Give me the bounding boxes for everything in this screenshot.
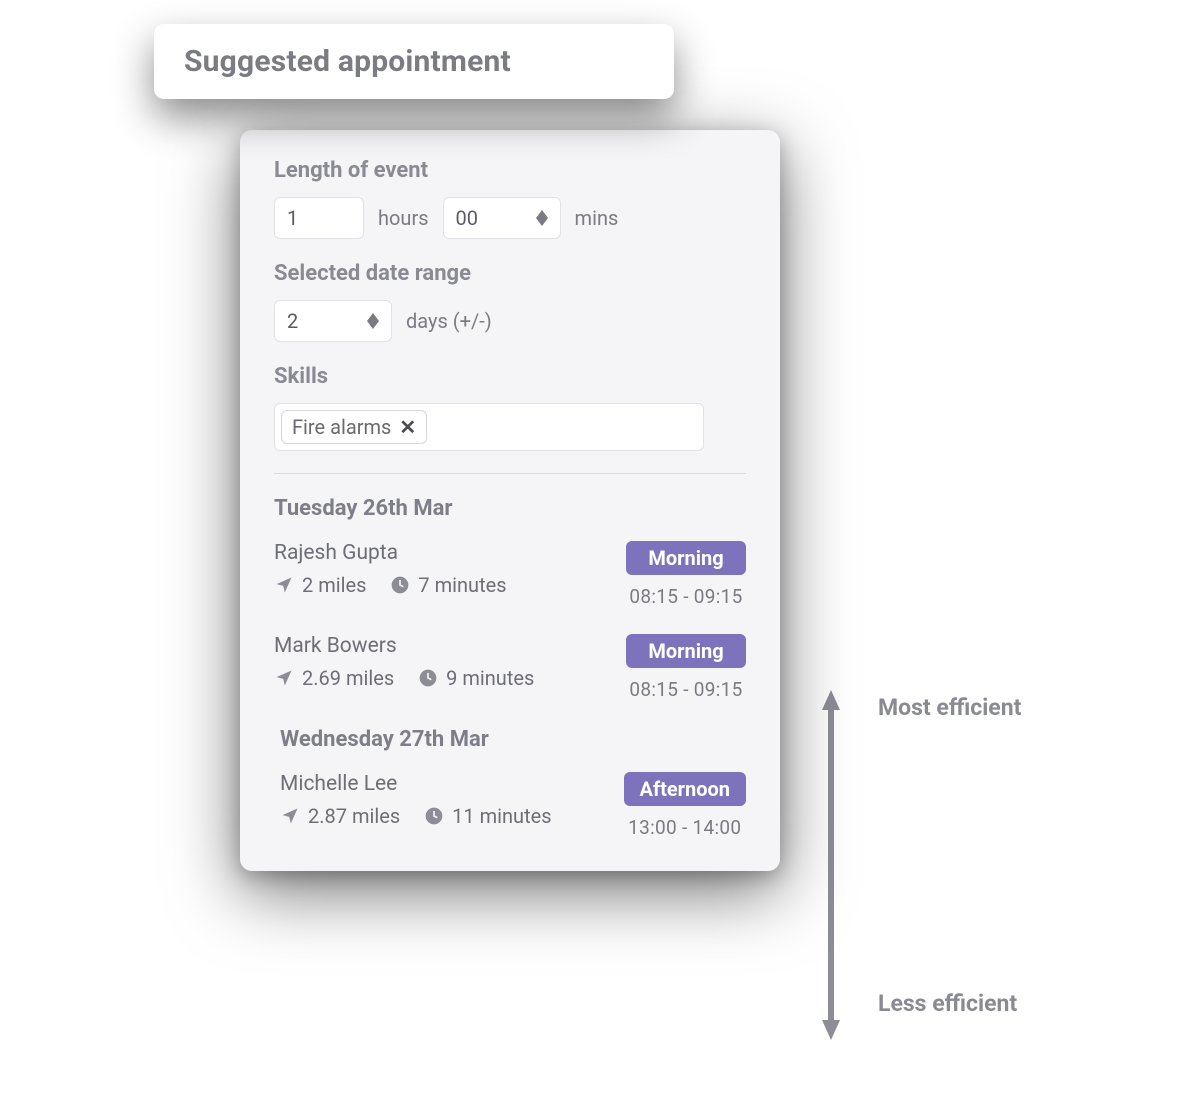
appointment-slot[interactable]: Michelle Lee 2.87 miles 11 minutes After… (274, 772, 746, 839)
divider (274, 473, 746, 474)
date-range-label: Selected date range (274, 261, 746, 286)
suggested-appointment-panel: Length of event 1 hours 00 mins Selected… (240, 130, 780, 871)
length-of-event-section: Length of event 1 hours 00 mins (274, 158, 746, 239)
clock-icon (390, 575, 410, 595)
time-of-day-badge: Afternoon (624, 772, 747, 806)
mins-unit: mins (575, 206, 619, 230)
distance: 2.87 miles (280, 804, 400, 828)
time-of-day-badge: Morning (626, 634, 746, 668)
time-of-day-badge: Morning (626, 541, 746, 575)
duration: 9 minutes (418, 666, 534, 690)
hours-value: 1 (287, 206, 298, 230)
skill-tag: Fire alarms ✕ (281, 410, 427, 444)
length-of-event-label: Length of event (274, 158, 746, 183)
appointment-slot[interactable]: Mark Bowers 2.69 miles 9 minutes Morning… (274, 634, 746, 701)
date-range-section: Selected date range 2 days (+/-) (274, 261, 746, 342)
less-efficient-label: Less efficient (878, 990, 1017, 1017)
title-card: Suggested appointment (154, 24, 674, 99)
most-efficient-label: Most efficient (878, 694, 1021, 721)
mins-select[interactable]: 00 (443, 197, 561, 239)
skills-input[interactable]: Fire alarms ✕ (274, 403, 704, 451)
hours-unit: hours (378, 206, 429, 230)
mins-value: 00 (456, 206, 478, 230)
days-unit: days (+/-) (406, 309, 492, 333)
remove-skill-icon[interactable]: ✕ (399, 415, 416, 439)
person-name: Rajesh Gupta (274, 541, 626, 565)
page-title: Suggested appointment (184, 44, 644, 79)
person-name: Mark Bowers (274, 634, 626, 658)
clock-icon (424, 806, 444, 826)
skills-label: Skills (274, 364, 746, 389)
location-arrow-icon (274, 668, 294, 688)
days-select[interactable]: 2 (274, 300, 392, 342)
duration: 11 minutes (424, 804, 551, 828)
hours-input[interactable]: 1 (274, 197, 364, 239)
efficiency-arrow (822, 690, 840, 1040)
skills-section: Skills Fire alarms ✕ (274, 364, 746, 451)
day-group: Wednesday 27th Mar Michelle Lee 2.87 mil… (274, 727, 746, 839)
skill-tag-label: Fire alarms (292, 415, 391, 439)
days-value: 2 (287, 309, 298, 333)
time-range: 08:15 - 09:15 (626, 585, 746, 608)
clock-icon (418, 668, 438, 688)
location-arrow-icon (280, 806, 300, 826)
day-heading: Tuesday 26th Mar (274, 496, 746, 521)
location-arrow-icon (274, 575, 294, 595)
stepper-icon (536, 210, 548, 226)
duration: 7 minutes (390, 573, 506, 597)
appointment-slot[interactable]: Rajesh Gupta 2 miles 7 minutes Morning 0… (274, 541, 746, 608)
day-heading: Wednesday 27th Mar (274, 727, 746, 752)
person-name: Michelle Lee (280, 772, 624, 796)
stepper-icon (367, 313, 379, 329)
distance: 2 miles (274, 573, 366, 597)
day-group: Tuesday 26th Mar Rajesh Gupta 2 miles 7 … (274, 496, 746, 701)
time-range: 08:15 - 09:15 (626, 678, 746, 701)
time-range: 13:00 - 14:00 (624, 816, 747, 839)
distance: 2.69 miles (274, 666, 394, 690)
